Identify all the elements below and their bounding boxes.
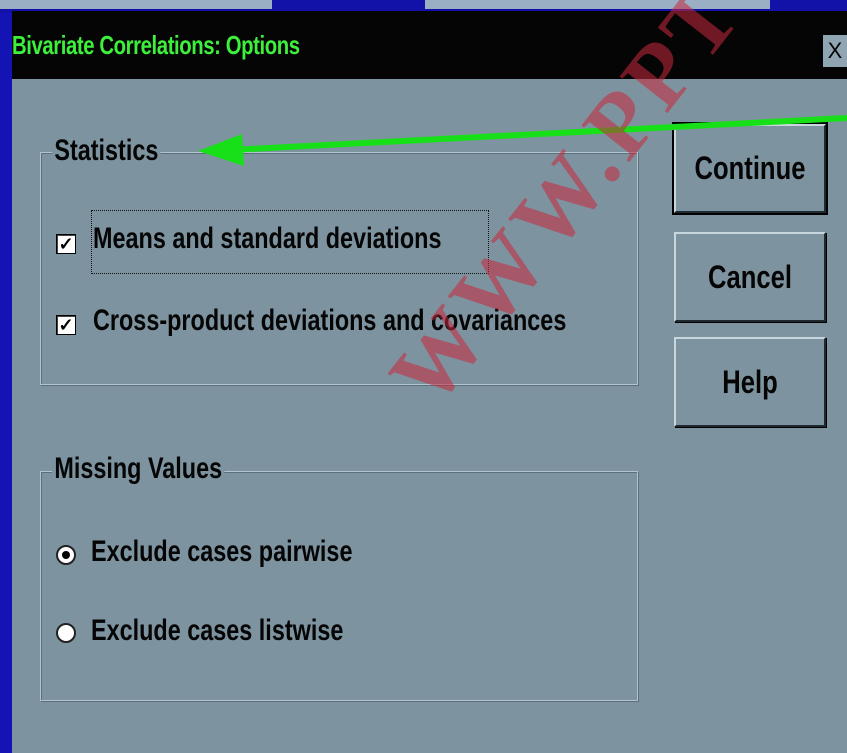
annotation-arrow-head bbox=[198, 134, 244, 166]
